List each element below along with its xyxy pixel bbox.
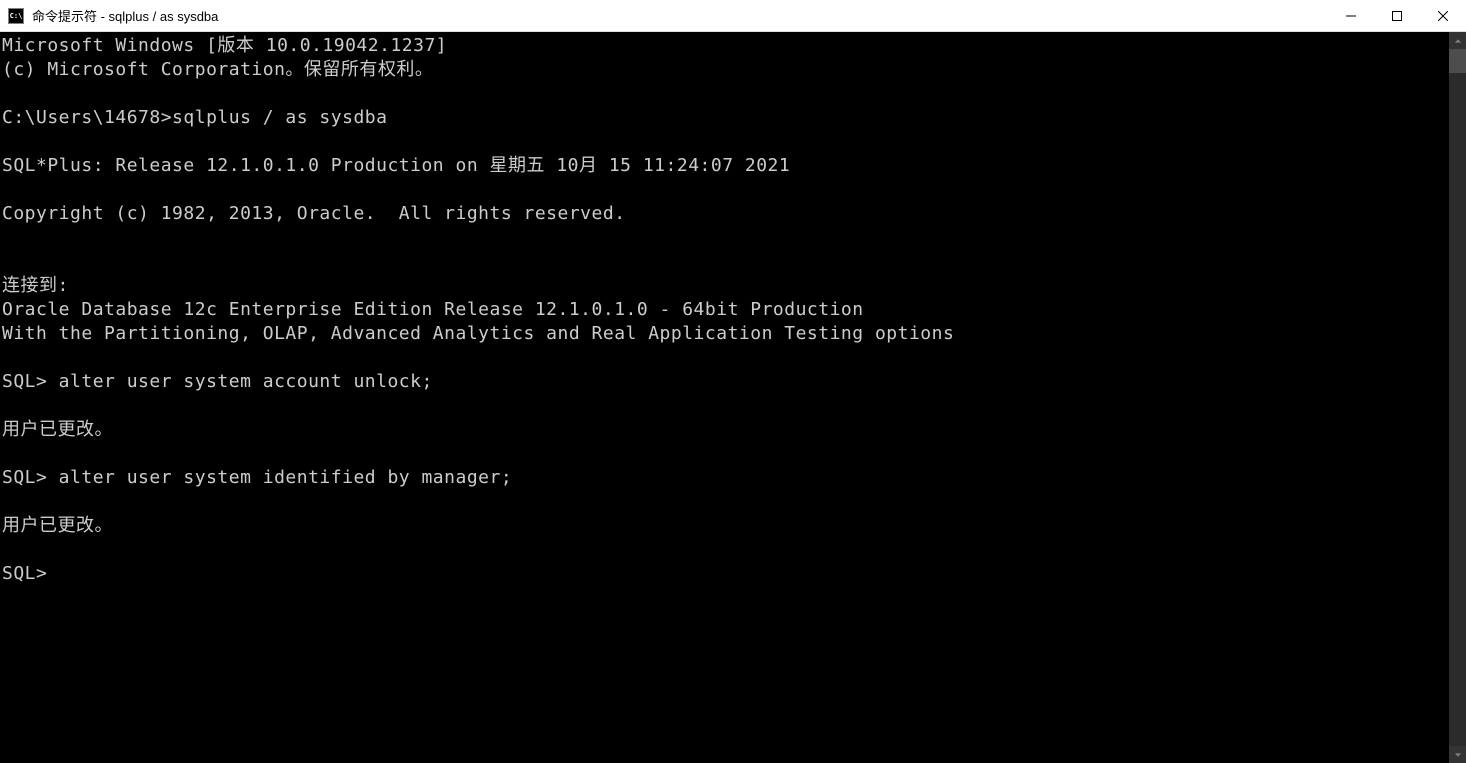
terminal-line: With the Partitioning, OLAP, Advanced An… xyxy=(2,322,1449,346)
terminal-line: Oracle Database 12c Enterprise Edition R… xyxy=(2,298,1449,322)
terminal-line xyxy=(2,490,1449,514)
terminal-line: SQL> alter user system account unlock; xyxy=(2,370,1449,394)
terminal-line: SQL> xyxy=(2,562,1449,586)
terminal-line: Copyright (c) 1982, 2013, Oracle. All ri… xyxy=(2,202,1449,226)
terminal-line xyxy=(2,442,1449,466)
window-title: 命令提示符 - sqlplus / as sysdba xyxy=(32,6,1328,25)
terminal-line: 连接到: xyxy=(2,274,1449,298)
close-button[interactable] xyxy=(1420,0,1466,32)
terminal-line xyxy=(2,130,1449,154)
terminal-line: 用户已更改。 xyxy=(2,418,1449,442)
minimize-button[interactable] xyxy=(1328,0,1374,32)
terminal-line: SQL*Plus: Release 12.1.0.1.0 Production … xyxy=(2,154,1449,178)
terminal-line xyxy=(2,82,1449,106)
terminal-line: C:\Users\14678>sqlplus / as sysdba xyxy=(2,106,1449,130)
terminal-container: Microsoft Windows [版本 10.0.19042.1237](c… xyxy=(0,32,1466,763)
title-bar: C:\ 命令提示符 - sqlplus / as sysdba xyxy=(0,0,1466,32)
scrollbar[interactable] xyxy=(1449,32,1466,763)
terminal-line xyxy=(2,346,1449,370)
terminal-output[interactable]: Microsoft Windows [版本 10.0.19042.1237](c… xyxy=(0,32,1449,763)
terminal-line xyxy=(2,250,1449,274)
terminal-line xyxy=(2,178,1449,202)
terminal-line xyxy=(2,394,1449,418)
terminal-line: SQL> alter user system identified by man… xyxy=(2,466,1449,490)
minimize-icon xyxy=(1346,11,1356,21)
window-controls xyxy=(1328,0,1466,31)
maximize-icon xyxy=(1392,11,1402,21)
maximize-button[interactable] xyxy=(1374,0,1420,32)
terminal-line: Microsoft Windows [版本 10.0.19042.1237] xyxy=(2,34,1449,58)
terminal-line xyxy=(2,538,1449,562)
scroll-thumb[interactable] xyxy=(1449,49,1466,73)
cmd-icon: C:\ xyxy=(8,8,24,24)
close-icon xyxy=(1438,11,1448,21)
scroll-down-button[interactable] xyxy=(1449,746,1466,763)
chevron-down-icon xyxy=(1454,751,1462,759)
chevron-up-icon xyxy=(1454,37,1462,45)
terminal-line: 用户已更改。 xyxy=(2,514,1449,538)
scroll-up-button[interactable] xyxy=(1449,32,1466,49)
terminal-line: (c) Microsoft Corporation。保留所有权利。 xyxy=(2,58,1449,82)
terminal-line xyxy=(2,226,1449,250)
